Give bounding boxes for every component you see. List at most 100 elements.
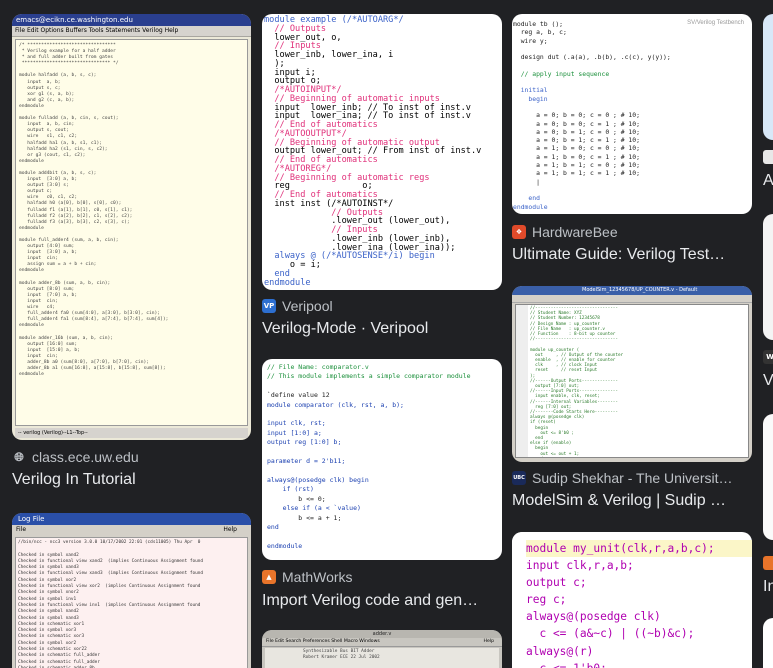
- editor-pane: Synthesizable Bus BIT Adder Robert Krame…: [265, 648, 499, 668]
- menu-help[interactable]: Help: [484, 638, 494, 646]
- code-line: b <= 0;: [267, 494, 326, 503]
- source-icon: W: [763, 350, 773, 364]
- code-line: end: [267, 522, 279, 531]
- source-icon: [763, 556, 773, 570]
- result-title-mathworks[interactable]: Import Verilog code and gen…: [262, 592, 502, 610]
- source-name: MathWorks: [282, 569, 353, 585]
- menu-bar: File Edit Search Preferences Shell Macro…: [262, 638, 502, 647]
- window-title: adder.v: [262, 630, 502, 638]
- code-line: module comparator (clk, rst, a, b);: [267, 400, 404, 409]
- result-title-partial-1[interactable]: A: [763, 172, 773, 190]
- code-line: input [1:0] a;: [267, 428, 322, 437]
- log-pane: //bin/ncc - ncc3 version 3.0.0 10/17/200…: [15, 537, 248, 668]
- result-source-partial-1[interactable]: [763, 150, 773, 164]
- status-bar: -- verilog (Verilog)--L1--Top--: [15, 428, 248, 438]
- code-line: a = 1; b = 0; c = 0 ; # 10;: [513, 144, 640, 153]
- code-line: parameter d = 2'b11;: [267, 457, 346, 466]
- code-line: endmodule: [264, 277, 311, 288]
- code-line: a = 1; b = 1; c = 1 ; # 10;: [513, 169, 640, 178]
- window-title: Log File: [12, 513, 251, 525]
- source-name: class.ece.uw.edu: [32, 449, 139, 465]
- source-name: Sudip Shekhar - The Universit…: [532, 470, 733, 486]
- code-line: always@(posedge clk) begin: [267, 475, 369, 484]
- result-thumbnail-hardwarebee[interactable]: SV/Verilog Testbench module tb (); reg a…: [512, 14, 752, 214]
- result-title-hardwarebee[interactable]: Ultimate Guide: Verilog Test…: [512, 246, 752, 264]
- code-line: design dut (.a(a), .b(b), .c(c), y(y));: [513, 53, 671, 62]
- code-line: a = 1; b = 1; c = 0 ; # 10;: [513, 161, 640, 170]
- code-line: |: [513, 177, 540, 186]
- code-line: o = i;: [264, 260, 321, 270]
- source-icon: [763, 150, 773, 164]
- result-source-partial-3[interactable]: [763, 556, 773, 570]
- code-line: c <= 1'b0;: [526, 660, 752, 668]
- menu-help[interactable]: Help: [223, 525, 237, 535]
- menu-bar: File Edit Options Buffers Tools Statemen…: [12, 26, 251, 37]
- code-text: //-------------------------------- // St…: [530, 306, 624, 457]
- result-thumbnail-partial-4[interactable]: [763, 618, 773, 668]
- code-line: a = 0; b = 0; c = 1 ; # 10;: [513, 119, 640, 128]
- result-thumbnail-veripool[interactable]: module example (/*AUTOARG*/ // Outputs l…: [262, 14, 502, 290]
- code-text: /* ******************************** * Ve…: [19, 43, 169, 378]
- result-title-partial-3[interactable]: In: [763, 578, 773, 596]
- log-text: //bin/ncc - ncc3 version 3.0.0 10/17/200…: [18, 540, 204, 668]
- ubc-icon: UBC: [512, 471, 526, 485]
- code-line: reg a, b, c;: [513, 28, 567, 37]
- code-block: // File Name: comparator.v// This module…: [262, 359, 502, 551]
- menu-items[interactable]: File Edit Search Preferences Shell Macro…: [266, 638, 380, 646]
- result-thumbnail-logfile[interactable]: Log File File Help //bin/ncc - ncc3 vers…: [12, 513, 251, 668]
- code-line: initial: [513, 86, 548, 95]
- result-thumbnail-my-unit[interactable]: module my_unit(clk,r,a,b,c); input clk,r,…: [512, 532, 752, 668]
- result-title-uw[interactable]: Verilog In Tutorial: [12, 471, 251, 489]
- code-line: // apply input sequence: [513, 69, 610, 78]
- result-thumbnail-partial-3[interactable]: [763, 414, 773, 540]
- result-thumbnail-modelsim[interactable]: ModelSim_12345678/UP_COUNTER.v - Default…: [512, 286, 752, 462]
- source-name: HardwareBee: [532, 224, 618, 240]
- code-line: a = 0; b = 1; c = 1 ; # 10;: [513, 136, 640, 145]
- window-title: ModelSim_12345678/UP_COUNTER.v - Default: [512, 286, 752, 295]
- result-title-modelsim[interactable]: ModelSim & Verilog | Sudip …: [512, 492, 752, 510]
- code-line: `define value 12: [267, 391, 330, 400]
- result-source-hardwarebee[interactable]: ❖ HardwareBee: [512, 224, 618, 240]
- editor-pane: //-------------------------------- // St…: [515, 304, 749, 458]
- menu-file[interactable]: File: [16, 525, 26, 535]
- code-line: wire y;: [513, 36, 548, 45]
- code-block: module my_unit(clk,r,a,b,c); input clk,r,…: [512, 532, 752, 668]
- result-source-uw[interactable]: 🌐︎ class.ece.uw.edu: [12, 449, 139, 465]
- hwbee-icon: ❖: [512, 225, 526, 239]
- result-source-ubc[interactable]: UBC Sudip Shekhar - The Universit…: [512, 470, 733, 486]
- code-line: endmodule: [267, 541, 303, 550]
- result-title-partial-2[interactable]: V: [763, 372, 773, 390]
- result-title-veripool[interactable]: Verilog-Mode · Veripool: [262, 320, 502, 338]
- vp-icon: VP: [262, 299, 276, 313]
- code-line: input clk, rst;: [267, 419, 326, 428]
- result-thumbnail-adder[interactable]: adder.v File Edit Search Preferences She…: [262, 630, 502, 668]
- code-line: lower_inb, lower_ina, i: [264, 50, 394, 60]
- line-gutter: [516, 305, 528, 457]
- code-line: // This module implements a simple compa…: [267, 372, 471, 381]
- code-line: input clk,r,a,b;: [526, 559, 634, 573]
- mathworks-icon: ▲: [262, 570, 276, 584]
- result-thumbnail-partial-1[interactable]: [763, 14, 773, 140]
- result-source-mathworks[interactable]: ▲ MathWorks: [262, 569, 353, 585]
- code-line: reg c;: [526, 593, 567, 607]
- code-line: output c;: [526, 576, 587, 590]
- code-line: c <= (a&~c) | ((~b)&c);: [526, 627, 695, 641]
- result-thumbnail-mathworks[interactable]: // File Name: comparator.v// This module…: [262, 359, 502, 560]
- image-results-grid: emacs@ecikn.ce.washington.edu File Edit …: [0, 0, 773, 668]
- code-text: Synthesizable Bus BIT Adder Robert Krame…: [303, 649, 380, 660]
- window-title: emacs@ecikn.ce.washington.edu: [12, 14, 251, 26]
- result-thumbnail-uw[interactable]: emacs@ecikn.ce.washington.edu File Edit …: [12, 14, 251, 440]
- globe-icon: 🌐︎: [14, 449, 24, 464]
- code-line: if (rst): [267, 485, 314, 494]
- result-source-partial-2[interactable]: W: [763, 350, 773, 364]
- gutter: [512, 532, 526, 668]
- toolbar: [512, 295, 752, 303]
- result-thumbnail-partial-2[interactable]: [763, 214, 773, 340]
- result-source-veripool[interactable]: VP Veripool: [262, 298, 333, 314]
